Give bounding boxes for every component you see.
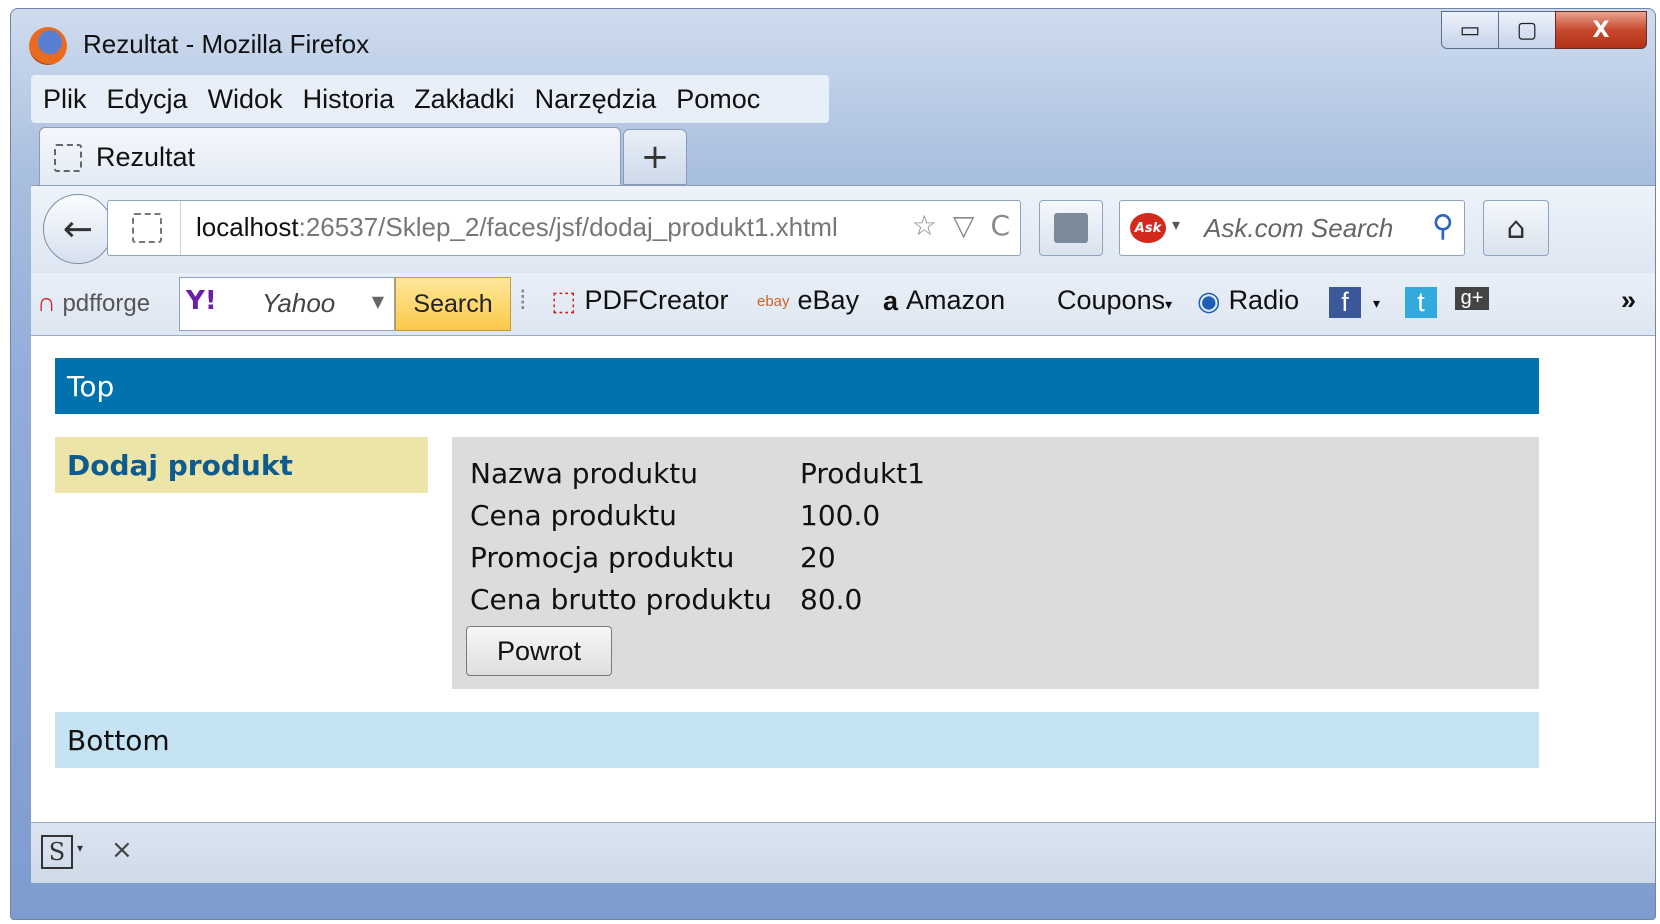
bottom-label: Bottom [67, 724, 170, 757]
bookmark-ebay[interactable]: ebay eBay [757, 285, 859, 316]
field-label-promocja: Promocja produktu [470, 541, 735, 574]
tab-strip: Rezultat + [31, 127, 1651, 186]
menu-plik[interactable]: Plik [43, 84, 87, 115]
ask-logo-icon[interactable]: Ask [1130, 213, 1166, 243]
yahoo-search-button[interactable]: Search [395, 277, 511, 331]
url-text[interactable]: localhost:26537/Sklep_2/faces/jsf/dodaj_… [196, 212, 838, 243]
footer-bottom: Bottom [55, 712, 1539, 768]
yahoo-logo-icon: Y! [186, 286, 217, 316]
powrot-button[interactable]: Powrot [466, 626, 612, 676]
menu-narzedzia[interactable]: Narzędzia [535, 84, 657, 115]
twitter-icon[interactable]: t [1405, 287, 1437, 318]
field-label-nazwa: Nazwa produktu [470, 457, 699, 490]
field-label-cena: Cena produktu [470, 499, 677, 532]
pdf-icon: ⬚ [551, 286, 577, 317]
facebook-dropdown-icon[interactable]: ▾ [1373, 295, 1380, 312]
top-label: Top [67, 370, 115, 403]
browser-window: Rezultat - Mozilla Firefox ▭ ▢ X Plik Ed… [10, 8, 1656, 920]
facebook-icon[interactable]: f [1329, 287, 1361, 318]
tab-rezultat[interactable]: Rezultat [39, 127, 621, 186]
addon-icon [1054, 213, 1088, 243]
back-button[interactable]: ← [43, 194, 113, 264]
addon-button[interactable] [1039, 200, 1103, 256]
search-box[interactable]: Ask ▾ Ask.com Search ⚲ [1119, 200, 1465, 256]
addon-bar: S ▾ × [31, 822, 1655, 883]
window-title: Rezultat - Mozilla Firefox [83, 29, 370, 59]
pdfforge-icon: ∩ [37, 287, 56, 317]
page-content: Top Dodaj produkt Nazwa produktu Produkt… [31, 336, 1655, 822]
page-favicon-icon [54, 144, 82, 172]
menu-zakladki[interactable]: Zakładki [414, 84, 515, 115]
url-host: localhost [196, 212, 299, 242]
yahoo-search-input[interactable]: Yahoo [262, 288, 335, 319]
bookmarks-overflow-button[interactable]: » [1621, 285, 1636, 316]
coupons-dropdown-icon: ▾ [1165, 296, 1173, 312]
bookmarks-toolbar: ∩ pdfforge Y! Yahoo ▼ Search ⁞ ⬚ PDFCreat… [31, 273, 1655, 336]
search-engine-caret-icon[interactable]: ▾ [1172, 215, 1180, 234]
minimize-button[interactable]: ▭ [1441, 11, 1499, 49]
url-bar-icons: ☆ ▽ C [912, 209, 1010, 242]
menu-historia[interactable]: Historia [303, 84, 395, 115]
radio-icon: ◉ [1197, 286, 1221, 317]
search-icon[interactable]: ⚲ [1432, 209, 1454, 244]
bookmark-amazon[interactable]: a Amazon [883, 285, 1005, 317]
left-panel: Dodaj produkt [55, 437, 428, 493]
field-value-cena-brutto: 80.0 [800, 583, 863, 616]
close-addon-bar-icon[interactable]: × [111, 835, 133, 865]
pdfforge-logo[interactable]: ∩ pdfforge [37, 287, 150, 318]
menu-pomoc[interactable]: Pomoc [676, 84, 760, 115]
field-value-cena: 100.0 [800, 499, 881, 532]
toolbar-grip-icon: ⁞ [519, 285, 527, 315]
yahoo-search-box[interactable]: Y! Yahoo ▼ [179, 277, 395, 331]
s-addon-icon[interactable]: S [41, 835, 73, 869]
left-panel-title: Dodaj produkt [67, 449, 293, 482]
menu-bar: Plik Edycja Widok Historia Zakładki Narz… [31, 75, 829, 123]
url-bar[interactable]: localhost:26537/Sklep_2/faces/jsf/dodaj_… [107, 200, 1021, 256]
firefox-logo-icon [29, 27, 67, 65]
google-plus-icon[interactable]: g+ [1455, 287, 1489, 310]
menu-widok[interactable]: Widok [208, 84, 283, 115]
header-top: Top [55, 358, 1539, 414]
ebay-icon: ebay [757, 293, 790, 311]
product-summary: Nazwa produktu Produkt1 Cena produktu 10… [452, 437, 1539, 689]
bookmark-radio[interactable]: ◉ Radio [1197, 285, 1299, 317]
bookmark-coupons[interactable]: Coupons▾ [1057, 285, 1172, 316]
url-path: :26537/Sklep_2/faces/jsf/dodaj_produkt1.… [298, 212, 838, 242]
window-controls: ▭ ▢ X [1441, 11, 1647, 49]
maximize-button[interactable]: ▢ [1498, 11, 1556, 49]
navigation-bar: ← localhost:26537/Sklep_2/faces/jsf/doda… [31, 185, 1655, 274]
s-addon-dropdown-icon[interactable]: ▾ [77, 841, 83, 855]
field-value-promocja: 20 [800, 541, 836, 574]
bookmark-star-icon[interactable]: ☆ [912, 209, 937, 242]
home-button[interactable]: ⌂ [1483, 200, 1549, 256]
field-value-nazwa: Produkt1 [800, 457, 925, 490]
tab-label: Rezultat [96, 142, 196, 172]
url-dropdown-icon[interactable]: ▽ [953, 209, 975, 242]
new-tab-button[interactable]: + [623, 129, 687, 185]
amazon-icon: a [883, 286, 899, 317]
bookmark-pdfcreator[interactable]: ⬚ PDFCreator [551, 285, 729, 317]
reload-icon[interactable]: C [990, 209, 1010, 242]
search-input[interactable]: Ask.com Search [1204, 213, 1393, 244]
field-label-cena-brutto: Cena brutto produktu [470, 583, 772, 616]
close-button[interactable]: X [1555, 11, 1647, 49]
title-bar: Rezultat - Mozilla Firefox ▭ ▢ X [11, 9, 1655, 71]
menu-edycja[interactable]: Edycja [107, 84, 188, 115]
yahoo-dropdown-icon[interactable]: ▼ [372, 292, 384, 311]
site-identity-icon[interactable] [114, 201, 181, 255]
